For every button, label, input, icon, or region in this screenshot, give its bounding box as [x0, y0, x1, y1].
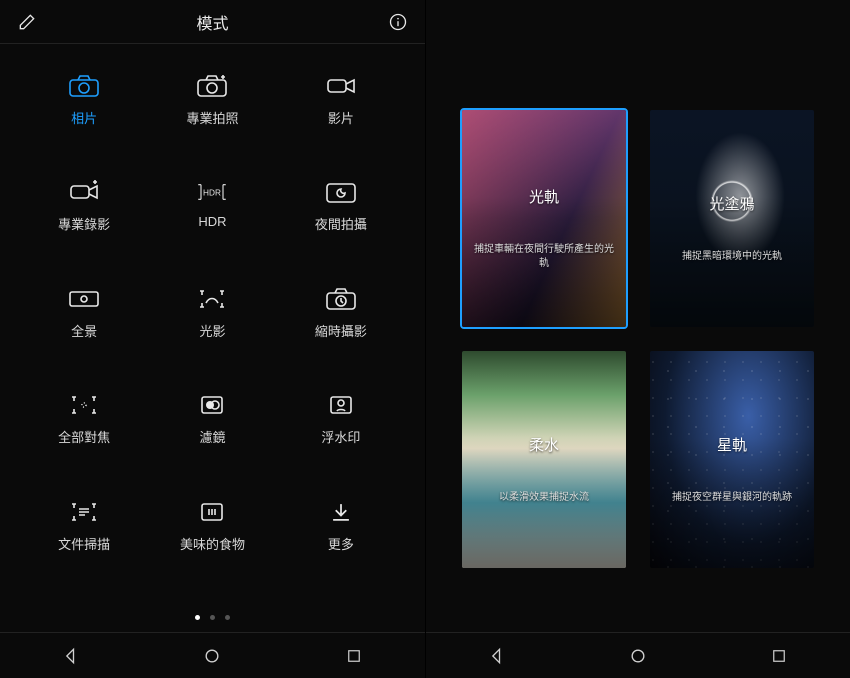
mode-filter[interactable]: 濾鏡: [148, 387, 276, 493]
android-navbar: [426, 632, 850, 678]
mode-all-focus[interactable]: 全部對焦: [20, 387, 148, 493]
mode-night[interactable]: 夜間拍攝: [277, 174, 405, 280]
option-grid: 光軌 捕捉車輛在夜間行駛所產生的光軌 光塗鴉 捕捉黑暗環境中的光軌 柔水 以柔滑…: [426, 0, 850, 632]
mode-label: 更多: [328, 534, 354, 553]
mode-label: 專業拍照: [186, 108, 238, 127]
page-dot: [195, 615, 200, 620]
mode-label: 全景: [71, 321, 97, 340]
doc-scan-icon: [66, 498, 102, 526]
watermark-icon: [323, 391, 359, 419]
mode-pro-video[interactable]: 專業錄影: [20, 174, 148, 280]
page-dot: [210, 615, 215, 620]
download-icon: [323, 498, 359, 526]
card-desc: 捕捉黑暗環境中的光軌: [682, 250, 782, 264]
mode-more[interactable]: 更多: [277, 494, 405, 600]
card-title: 柔水: [529, 434, 559, 455]
timelapse-icon: [323, 285, 359, 313]
screen-light-painting-options: 光軌 捕捉車輛在夜間行駛所產生的光軌 光塗鴉 捕捉黑暗環境中的光軌 柔水 以柔滑…: [425, 0, 850, 678]
mode-label: 濾鏡: [199, 427, 225, 446]
mode-label: HDR: [198, 214, 226, 229]
nav-recent-button[interactable]: [339, 641, 369, 671]
light-paint-icon: [194, 285, 230, 313]
mode-label: 縮時攝影: [315, 321, 367, 340]
camera-pro-icon: [194, 72, 230, 100]
nav-back-button[interactable]: [482, 641, 512, 671]
nav-recent-button[interactable]: [764, 641, 794, 671]
video-icon: [323, 72, 359, 100]
mode-label: 光影: [199, 321, 225, 340]
option-star-trails[interactable]: 星軌 捕捉夜空群星與銀河的軌跡: [650, 351, 814, 568]
mode-hdr[interactable]: HDR HDR: [148, 174, 276, 280]
mode-panorama[interactable]: 全景: [20, 281, 148, 387]
page-indicator: [0, 606, 425, 628]
card-desc: 捕捉車輛在夜間行駛所產生的光軌: [470, 243, 618, 271]
nav-home-button[interactable]: [197, 641, 227, 671]
modes-title: 模式: [196, 10, 228, 34]
svg-text:HDR: HDR: [204, 189, 222, 198]
mode-pro-photo[interactable]: 專業拍照: [148, 68, 276, 174]
option-silky-water[interactable]: 柔水 以柔滑效果捕捉水流: [462, 351, 626, 568]
all-focus-icon: [66, 391, 102, 419]
card-desc: 捕捉夜空群星與銀河的軌跡: [672, 491, 792, 505]
android-navbar: [0, 632, 425, 678]
food-icon: [194, 498, 230, 526]
card-desc: 以柔滑效果捕捉水流: [499, 491, 589, 505]
mode-light-painting[interactable]: 光影: [148, 281, 276, 387]
mode-doc-scan[interactable]: 文件掃描: [20, 494, 148, 600]
page-dot: [225, 615, 230, 620]
mode-label: 影片: [328, 108, 354, 127]
nav-home-button[interactable]: [623, 641, 653, 671]
mode-label: 美味的食物: [180, 534, 245, 553]
night-icon: [323, 178, 359, 206]
card-title: 光塗鴉: [709, 193, 754, 214]
mode-label: 專業錄影: [58, 214, 110, 233]
modes-topbar: 模式: [0, 0, 425, 44]
panorama-icon: [66, 285, 102, 313]
mode-timelapse[interactable]: 縮時攝影: [277, 281, 405, 387]
mode-label: 文件掃描: [58, 534, 110, 553]
mode-label: 浮水印: [321, 427, 360, 446]
mode-label: 相片: [71, 108, 97, 127]
option-light-graffiti[interactable]: 光塗鴉 捕捉黑暗環境中的光軌: [650, 110, 814, 327]
filter-icon: [194, 391, 230, 419]
mode-grid: 相片 專業拍照 影片 專業錄影 HDR HDR 夜間拍攝 全景 光影: [0, 44, 425, 606]
nav-back-button[interactable]: [56, 641, 86, 671]
card-title: 光軌: [529, 186, 559, 207]
camera-icon: [66, 72, 102, 100]
mode-food[interactable]: 美味的食物: [148, 494, 276, 600]
info-icon[interactable]: [385, 9, 411, 35]
edit-icon[interactable]: [14, 9, 40, 35]
card-title: 星軌: [717, 434, 747, 455]
mode-label: 全部對焦: [58, 427, 110, 446]
mode-watermark[interactable]: 浮水印: [277, 387, 405, 493]
mode-photo[interactable]: 相片: [20, 68, 148, 174]
mode-label: 夜間拍攝: [315, 214, 367, 233]
mode-video[interactable]: 影片: [277, 68, 405, 174]
screen-modes: 模式 相片 專業拍照 影片 專業錄影 HDR HDR 夜間拍攝: [0, 0, 425, 678]
video-pro-icon: [66, 178, 102, 206]
hdr-icon: HDR: [194, 178, 230, 206]
option-car-light-trails[interactable]: 光軌 捕捉車輛在夜間行駛所產生的光軌: [462, 110, 626, 327]
